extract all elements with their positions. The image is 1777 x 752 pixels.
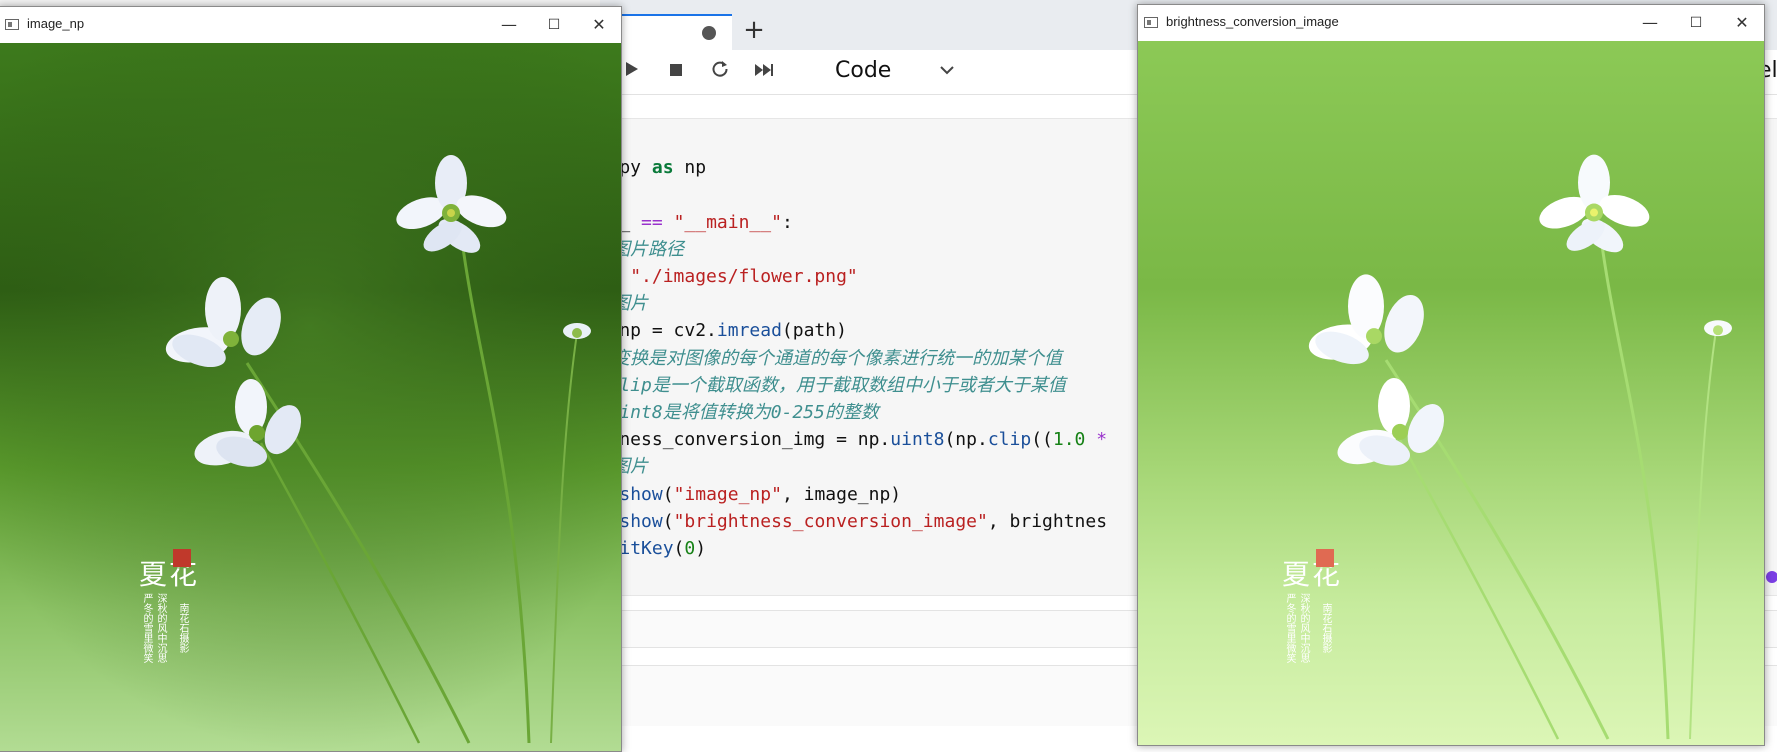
photo-watermark: 夏花 严冬的雪里微笑 深秋的风中沉思 南花石摄影 — [139, 549, 199, 663]
window-app-icon — [5, 19, 19, 30]
cell-type-select[interactable]: Code — [835, 58, 891, 83]
code-line[interactable]: ightness_conversion_img = np.uint8(np.cl… — [576, 426, 1107, 453]
watermark-credit: 南花石摄影 — [1320, 603, 1331, 653]
flower-photo — [0, 43, 621, 751]
code-line[interactable]: cv2 — [576, 127, 1107, 154]
image-canvas: 夏花 严冬的雪里微笑 深秋的风中沉思 南花石摄影 — [1138, 41, 1764, 745]
close-icon[interactable]: ✕ — [587, 13, 611, 37]
code-line[interactable]: 读取图片路径 — [576, 236, 1107, 263]
maximize-icon[interactable]: ☐ — [542, 13, 566, 37]
watermark-line: 深秋的风中沉思 — [1298, 593, 1309, 663]
watermark-line: 严冬的雪里微笑 — [141, 593, 152, 663]
watermark-line: 严冬的雪里微笑 — [1284, 593, 1295, 663]
minimize-icon[interactable]: — — [497, 13, 521, 37]
restart-icon[interactable] — [708, 60, 732, 84]
close-icon[interactable]: ✕ — [1730, 11, 1754, 35]
code-line[interactable] — [576, 181, 1107, 208]
window-title: brightness_conversion_image — [1166, 14, 1339, 29]
code-line[interactable]: numpy as np — [576, 154, 1107, 181]
code-line[interactable]: ame__ == "__main__": — [576, 209, 1107, 236]
window-title: image_np — [27, 16, 85, 31]
code-line[interactable]: th = "./images/flower.png" — [576, 263, 1107, 290]
seal-stamp-icon — [1316, 549, 1334, 567]
watermark-credit: 南花石摄影 — [177, 603, 188, 653]
chevron-down-icon[interactable] — [940, 60, 954, 79]
seal-stamp-icon — [173, 549, 191, 567]
flower-photo-brightened — [1138, 41, 1764, 745]
code-line[interactable]: np.uint8是将值转换为0-255的整数 — [576, 399, 1107, 426]
stop-icon[interactable] — [664, 60, 688, 84]
notification-dot-icon[interactable] — [1766, 571, 1777, 583]
maximize-icon[interactable]: ☐ — [1684, 11, 1708, 35]
code-line[interactable]: age_np = cv2.imread(path) — [576, 317, 1107, 344]
window-titlebar[interactable]: image_np — ☐ ✕ — [0, 7, 621, 43]
image-canvas: 夏花 严冬的雪里微笑 深秋的风中沉思 南花石摄影 — [0, 43, 621, 751]
window-app-icon — [1144, 17, 1158, 28]
fast-forward-icon[interactable] — [752, 60, 776, 84]
photo-watermark: 夏花 严冬的雪里微笑 深秋的风中沉思 南花石摄影 — [1282, 549, 1342, 663]
code-block[interactable]: cv2 numpy as np ame__ == "__main__":读取图片… — [576, 127, 1107, 562]
code-line[interactable]: 显示图片 — [576, 453, 1107, 480]
image-window-brightness[interactable]: brightness_conversion_image — ☐ ✕ 夏花 严冬的… — [1137, 4, 1765, 746]
add-tab-button[interactable]: + — [736, 14, 772, 48]
minimize-icon[interactable]: — — [1638, 11, 1662, 35]
run-cell-icon[interactable] — [620, 60, 644, 84]
code-line[interactable]: 2.waitKey(0) — [576, 535, 1107, 562]
code-line[interactable]: 亮度变换是对图像的每个通道的每个像素进行统一的加某个值 — [576, 345, 1107, 372]
code-line[interactable]: np.clip是一个截取函数，用于截取数组中小于或者大于某值 — [576, 372, 1107, 399]
window-titlebar[interactable]: brightness_conversion_image — ☐ ✕ — [1138, 5, 1764, 41]
unsaved-dot-icon — [702, 26, 716, 40]
image-window-original[interactable]: image_np — ☐ ✕ 夏花 严冬的雪里微笑 深秋的风中沉思 南花石摄影 — [0, 6, 622, 752]
code-line[interactable]: 2.imshow("brightness_conversion_image", … — [576, 508, 1107, 535]
code-line[interactable]: 读取图片 — [576, 290, 1107, 317]
watermark-line: 深秋的风中沉思 — [155, 593, 166, 663]
code-line[interactable]: 2.imshow("image_np", image_np) — [576, 481, 1107, 508]
